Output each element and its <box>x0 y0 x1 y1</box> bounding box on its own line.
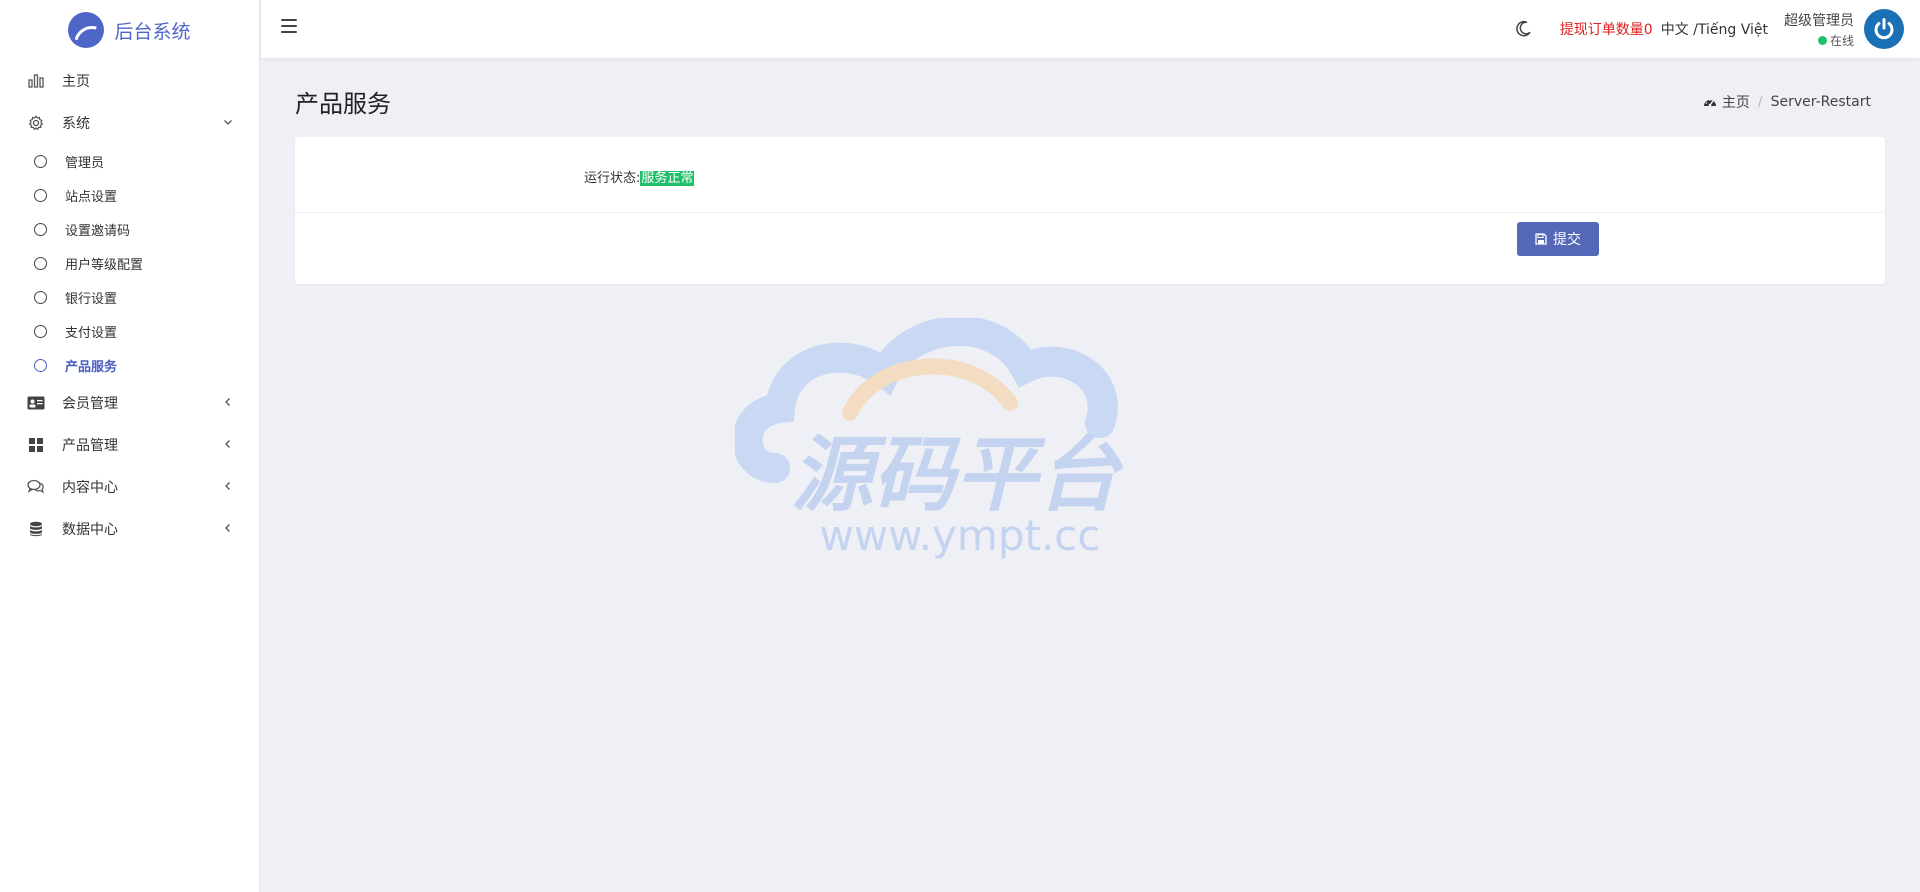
avatar[interactable] <box>1864 9 1904 49</box>
chevron-left-icon <box>221 437 235 453</box>
status-row: 运行状态:服务正常 <box>295 137 1885 213</box>
sidebar-nav: 主页 系统 管理员 站点设置 设置邀请码 用户等级配置 银行设置 支付设置 产品… <box>0 60 259 550</box>
chevron-left-icon <box>221 479 235 495</box>
user-name: 超级管理员 <box>1784 12 1854 29</box>
circle-icon <box>34 324 47 338</box>
brand-name: 后台系统 <box>114 20 191 43</box>
status-badge: 服务正常 <box>640 171 695 186</box>
chevron-left-icon <box>221 395 235 411</box>
chat-icon <box>26 477 46 497</box>
breadcrumb-separator: / <box>1757 93 1763 110</box>
run-status: 运行状态:服务正常 <box>584 167 695 186</box>
grid-icon <box>26 435 46 455</box>
circle-icon <box>34 358 47 372</box>
sidebar-subitem-product-service[interactable]: 产品服务 <box>0 348 259 382</box>
sidebar-subitem-label: 用户等级配置 <box>65 257 144 273</box>
sidebar-item-label: 数据中心 <box>62 522 118 538</box>
moon-icon[interactable] <box>1512 18 1534 40</box>
menu-toggle-icon[interactable] <box>281 19 297 33</box>
top-header: 提现订单数量0 中文 /Tiếng Việt 超级管理员 在线 <box>261 0 1920 58</box>
breadcrumb-current: Server-Restart <box>1770 93 1871 110</box>
sidebar-item-content[interactable]: 内容中心 <box>0 466 259 508</box>
chevron-left-icon <box>221 521 235 537</box>
submit-button-label: 提交 <box>1553 232 1581 248</box>
sidebar-subitem-payment-settings[interactable]: 支付设置 <box>0 314 259 348</box>
brand-logo-icon <box>68 12 105 48</box>
sidebar-subitem-bank-settings[interactable]: 银行设置 <box>0 280 259 314</box>
sidebar-subitem-invite-code[interactable]: 设置邀请码 <box>0 212 259 246</box>
chevron-down-icon <box>221 115 235 131</box>
power-icon <box>1871 16 1897 42</box>
header-right: 提现订单数量0 中文 /Tiếng Việt 超级管理员 在线 <box>1512 0 1920 58</box>
breadcrumb-home-label: 主页 <box>1721 94 1750 111</box>
language-switcher[interactable]: 中文 /Tiếng Việt <box>1661 19 1768 39</box>
breadcrumb-home[interactable]: 主页 <box>1703 92 1750 112</box>
sidebar-subitem-site-settings[interactable]: 站点设置 <box>0 178 259 212</box>
sidebar-subitem-admin[interactable]: 管理员 <box>0 144 259 178</box>
save-icon <box>1535 233 1547 245</box>
submit-button[interactable]: 提交 <box>1517 222 1599 256</box>
circle-icon <box>34 256 47 270</box>
service-card: 运行状态:服务正常 提交 <box>295 137 1885 284</box>
system-submenu: 管理员 站点设置 设置邀请码 用户等级配置 银行设置 支付设置 产品服务 <box>0 144 259 382</box>
sidebar-subitem-label: 产品服务 <box>65 359 118 375</box>
sidebar-item-label: 主页 <box>62 74 90 90</box>
sidebar-subitem-label: 设置邀请码 <box>65 223 131 239</box>
user-status-label: 在线 <box>1829 33 1854 48</box>
sidebar-item-label: 内容中心 <box>62 480 118 496</box>
circle-icon <box>34 290 47 304</box>
sidebar-subitem-label: 支付设置 <box>65 325 118 341</box>
gear-icon <box>26 113 46 133</box>
watermark-url: www.ympt.cc <box>820 511 1101 560</box>
user-info[interactable]: 超级管理员 在线 <box>1784 10 1854 49</box>
sidebar-subitem-label: 管理员 <box>65 155 105 171</box>
circle-icon <box>34 222 47 236</box>
watermark-logo: 源码平台 www.ympt.cc <box>735 318 1124 560</box>
circle-icon <box>34 188 47 202</box>
database-icon <box>26 519 46 539</box>
sidebar: 后台系统 主页 系统 管理员 站点设置 设置邀请码 用户等级配置 银行设置 支付… <box>0 0 260 892</box>
sidebar-item-label: 会员管理 <box>62 396 118 412</box>
sidebar-subitem-user-levels[interactable]: 用户等级配置 <box>0 246 259 280</box>
sidebar-item-data[interactable]: 数据中心 <box>0 508 259 550</box>
sidebar-item-label: 产品管理 <box>62 438 118 454</box>
page-title: 产品服务 <box>295 90 391 118</box>
sidebar-item-label: 系统 <box>62 116 90 132</box>
breadcrumb: 主页 / Server-Restart <box>1703 92 1885 112</box>
sidebar-item-home[interactable]: 主页 <box>0 60 259 102</box>
sidebar-item-system[interactable]: 系统 <box>0 102 259 144</box>
run-status-label: 运行状态: <box>584 171 641 186</box>
withdraw-order-count[interactable]: 提现订单数量0 <box>1560 19 1653 39</box>
sidebar-item-members[interactable]: 会员管理 <box>0 382 259 424</box>
bar-chart-icon <box>26 71 46 91</box>
sidebar-subitem-label: 站点设置 <box>65 189 118 205</box>
brand[interactable]: 后台系统 <box>0 0 259 60</box>
content-header: 产品服务 主页 / Server-Restart <box>295 84 1885 119</box>
id-card-icon <box>26 393 46 413</box>
sidebar-subitem-label: 银行设置 <box>65 291 118 307</box>
dashboard-icon <box>1703 98 1716 106</box>
circle-icon <box>34 154 47 168</box>
user-status: 在线 <box>1817 32 1854 49</box>
online-dot-icon <box>1817 35 1827 45</box>
watermark-title: 源码平台 <box>791 428 1124 523</box>
card-footer: 提交 <box>295 213 1885 284</box>
sidebar-item-products[interactable]: 产品管理 <box>0 424 259 466</box>
